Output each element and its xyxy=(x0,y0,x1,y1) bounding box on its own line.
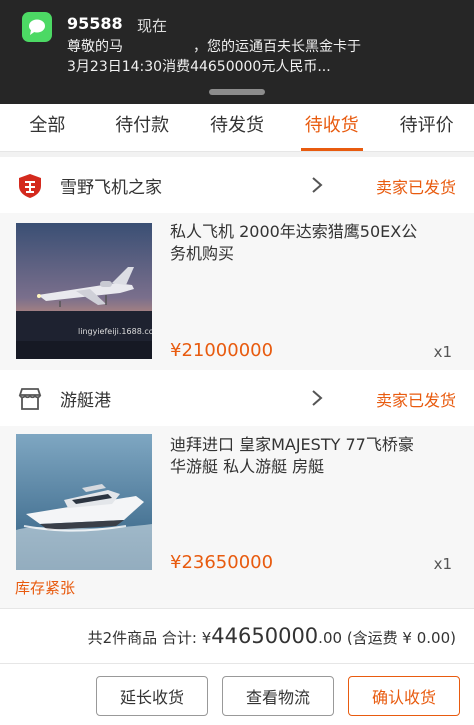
notification-line-1: 尊敬的马 ，您的运通百夫长黑金卡于 xyxy=(67,39,361,55)
shop-header-2[interactable]: 游艇港 卖家已发货 xyxy=(0,370,474,426)
shipping-fee: (含运费 ¥ 0.00) xyxy=(346,629,456,647)
confirm-receipt-button[interactable]: 确认收货 xyxy=(348,676,460,716)
tab-pending-payment[interactable]: 待付款 xyxy=(95,104,190,151)
total-decimal: .00 xyxy=(318,629,343,647)
notification-sender: 95588 xyxy=(67,14,123,33)
currency-symbol: ¥ xyxy=(201,629,212,647)
extend-receipt-button[interactable]: 延长收货 xyxy=(96,676,208,716)
product-title: 私人飞机 2000年达索猎鹰50EX公务机购买 xyxy=(170,222,418,263)
order-summary: 共2件商品 合计: ¥44650000.00 (含运费 ¥ 0.00) xyxy=(0,608,474,664)
notification-grabber-handle[interactable] xyxy=(209,89,265,95)
shop-name: 雪野飞机之家 xyxy=(60,178,162,198)
tab-pending-shipment[interactable]: 待发货 xyxy=(190,104,285,151)
product-price: ¥23650000 xyxy=(170,552,274,573)
product-quantity: x1 xyxy=(433,343,452,361)
shop-header-1[interactable]: 雪野飞机之家 卖家已发货 xyxy=(0,157,474,213)
total-label: 合计: xyxy=(161,629,197,647)
tab-all[interactable]: 全部 xyxy=(0,104,95,151)
image-watermark: lingyiefeiji.1688.com xyxy=(78,327,152,336)
order-total-line: 共2件商品 合计: ¥44650000.00 (含运费 ¥ 0.00) xyxy=(88,624,456,648)
sms-notification-banner[interactable]: 95588 现在 尊敬的马 ，您的运通百夫长黑金卡于 3月23日14:30消费4… xyxy=(0,0,474,104)
private-jet-image: lingyiefeiji.1688.com xyxy=(16,223,152,359)
chevron-right-icon xyxy=(312,177,323,193)
order-status-tabs: 全部 待付款 待发货 待收货 待评价 xyxy=(0,104,474,152)
chevron-right-icon xyxy=(312,390,323,406)
order-item-1[interactable]: lingyiefeiji.1688.com 私人飞机 2000年达索猎鹰50EX… xyxy=(0,213,474,370)
shipping-status: 卖家已发货 xyxy=(375,178,456,197)
product-price: ¥21000000 xyxy=(170,340,274,361)
order-actions: 延长收货 查看物流 确认收货 xyxy=(0,664,474,725)
chat-bubble-icon xyxy=(29,19,45,35)
notification-line-2: 3月23日14:30消费44650000元人民币... xyxy=(67,59,331,75)
product-title: 迪拜进口 皇家MAJESTY 77飞桥豪华游艇 私人游艇 房艇 xyxy=(170,435,414,476)
yacht-image xyxy=(16,434,152,570)
shipping-status: 卖家已发货 xyxy=(375,391,456,410)
product-quantity: x1 xyxy=(433,555,452,573)
messages-app-icon xyxy=(22,12,52,42)
shop-name: 游艇港 xyxy=(60,391,111,411)
shop-badge-icon xyxy=(19,174,41,198)
tab-pending-receipt[interactable]: 待收货 xyxy=(284,104,379,151)
order-item-2[interactable]: 迪拜进口 皇家MAJESTY 77飞桥豪华游艇 私人游艇 房艇 ¥2365000… xyxy=(0,426,474,608)
item-count: 共2件商品 xyxy=(87,629,158,647)
storefront-icon xyxy=(18,388,42,410)
low-stock-warning: 库存紧张 xyxy=(15,579,76,597)
tab-pending-review[interactable]: 待评价 xyxy=(379,104,474,151)
view-logistics-button[interactable]: 查看物流 xyxy=(222,676,334,716)
notification-message: 尊敬的马 ，您的运通百夫长黑金卡于 3月23日14:30消费44650000元人… xyxy=(67,37,462,77)
total-amount: 44650000 xyxy=(211,624,319,648)
notification-time: 现在 xyxy=(137,17,168,35)
